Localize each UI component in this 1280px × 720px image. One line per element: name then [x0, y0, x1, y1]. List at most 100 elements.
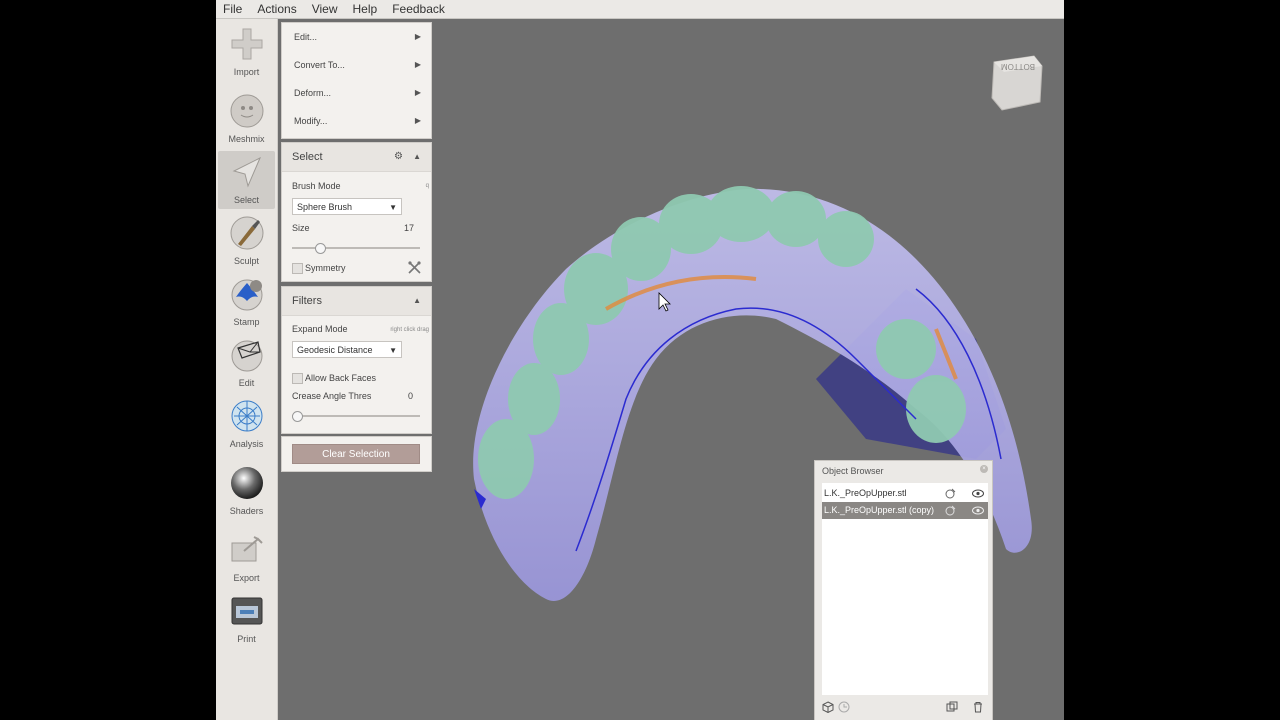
collapse-icon[interactable]: ▲ [413, 287, 421, 315]
analysis-icon [231, 400, 263, 432]
tool-label: Sculpt [233, 256, 259, 266]
crease-angle-slider[interactable] [292, 411, 420, 422]
wrench-icon[interactable] [408, 261, 421, 274]
cube-icon[interactable] [822, 701, 834, 713]
tool-sculpt[interactable]: Sculpt [218, 212, 275, 270]
object-row-selected[interactable]: L.K._PreOpUpper.stl (copy) [822, 502, 988, 519]
lock-link-icon[interactable] [944, 505, 956, 516]
symmetry-checkbox[interactable] [292, 263, 303, 274]
deform-submenu[interactable]: Deform... ▶ [282, 79, 431, 107]
tool-label: Analysis [229, 439, 264, 449]
expand-mode-label: Expand Mode [292, 324, 348, 334]
convert-to-submenu-label: Convert To... [294, 60, 345, 70]
dropdown-arrow-icon: ▼ [389, 203, 397, 212]
allow-back-faces-label: Allow Back Faces [305, 373, 377, 383]
tool-label: Print [237, 634, 256, 644]
select-panel: Select ⚙ ▲ Brush Mode q Sphere Brush ▼ S… [281, 142, 432, 282]
tool-analysis[interactable]: Analysis [218, 395, 275, 453]
convert-to-submenu[interactable]: Convert To... ▶ [282, 51, 431, 79]
crease-angle-slider-thumb[interactable] [292, 411, 303, 422]
lock-link-icon[interactable] [944, 488, 956, 499]
menu-bar: File Actions View Help Feedback [216, 0, 1064, 19]
tool-label: Meshmix [228, 134, 265, 144]
filters-panel-title: Filters [292, 295, 322, 307]
tool-import[interactable]: Import [218, 23, 275, 81]
clock-icon[interactable] [838, 701, 850, 713]
brush-mode-label: Brush Mode [292, 181, 341, 191]
duplicate-icon[interactable] [946, 701, 958, 713]
crease-angle-value: 0 [408, 391, 414, 401]
tool-label: Edit [238, 378, 255, 388]
menu-file[interactable]: File [216, 0, 250, 18]
size-label: Size [292, 223, 310, 233]
eye-icon[interactable] [972, 505, 984, 516]
tool-print[interactable]: Print [218, 590, 275, 648]
view-cube[interactable]: BOTTOM [986, 52, 1046, 114]
brush-mode-value: Sphere Brush [297, 202, 353, 212]
size-slider-thumb[interactable] [315, 243, 327, 254]
symmetry-label: Symmetry [305, 263, 346, 273]
close-icon[interactable]: × [980, 465, 988, 473]
brush-mode-dropdown[interactable]: Sphere Brush ▼ [292, 198, 402, 215]
stamp-icon [231, 279, 263, 311]
clear-selection-panel: Clear Selection [281, 436, 432, 472]
eye-icon[interactable] [972, 488, 984, 499]
menu-help[interactable]: Help [346, 0, 386, 18]
brush-icon [230, 216, 264, 250]
expand-mode-value: Geodesic Distance [297, 345, 373, 355]
expand-mode-dropdown[interactable]: Geodesic Distance ▼ [292, 341, 402, 358]
object-name: L.K._PreOpUpper.stl (copy) [824, 505, 935, 515]
printer-icon [231, 597, 263, 625]
crease-angle-label: Crease Angle Thres [292, 391, 372, 401]
menu-view[interactable]: View [305, 0, 346, 18]
filters-panel: Filters ▲ Expand Mode right click drag G… [281, 286, 432, 434]
tool-sidebar: Import Meshmix Select Sculpt Stamp Edit … [216, 19, 278, 720]
allow-back-faces-checkbox[interactable] [292, 373, 303, 384]
select-panel-header[interactable]: Select ⚙ ▲ [282, 143, 431, 172]
tool-label: Stamp [233, 317, 260, 327]
edit-submenu[interactable]: Edit... ▶ [282, 23, 431, 51]
object-browser-title: Object Browser [822, 466, 884, 476]
size-value: 17 [404, 223, 415, 233]
clear-selection-button[interactable]: Clear Selection [292, 444, 420, 464]
tool-select[interactable]: Select [218, 151, 275, 209]
expand-mode-hint: right click drag [390, 327, 429, 333]
view-cube-face-label: BOTTOM [1001, 62, 1035, 71]
edit-actions-panel: Edit... ▶ Convert To... ▶ Deform... ▶ Modif… [281, 22, 432, 139]
tool-stamp[interactable]: Stamp [218, 273, 275, 331]
edit-mesh-icon [231, 340, 263, 372]
shader-sphere-icon [231, 467, 263, 499]
meshmixer-window: BOTTOM File Actions View Help Feedback I… [216, 0, 1064, 720]
filters-panel-header[interactable]: Filters ▲ [282, 287, 431, 316]
export-icon [231, 536, 263, 562]
deform-submenu-label: Deform... [294, 88, 332, 98]
object-name: L.K._PreOpUpper.stl [824, 488, 907, 498]
select-arrow-icon [232, 156, 261, 188]
edit-submenu-label: Edit... [294, 32, 318, 42]
tool-edit[interactable]: Edit [218, 334, 275, 392]
collapse-icon[interactable]: ▲ [413, 143, 421, 171]
object-browser-panel: Object Browser × L.K._PreOpUpper.stl L.K… [814, 460, 993, 720]
triangle-right-icon: ▶ [414, 32, 421, 41]
tool-shaders[interactable]: Shaders [218, 462, 275, 520]
tool-label: Export [233, 573, 260, 583]
trash-icon[interactable] [972, 701, 984, 713]
triangle-right-icon: ▶ [414, 60, 421, 69]
gear-icon[interactable]: ⚙ [394, 143, 403, 171]
modify-submenu[interactable]: Modify... ▶ [282, 107, 431, 135]
tool-meshmix[interactable]: Meshmix [218, 90, 275, 148]
object-row[interactable]: L.K._PreOpUpper.stl [822, 485, 988, 502]
tool-label: Select [233, 195, 259, 205]
object-list: L.K._PreOpUpper.stl L.K._PreOpUpper.stl … [822, 483, 988, 695]
triangle-right-icon: ▶ [414, 116, 421, 125]
menu-actions[interactable]: Actions [250, 0, 304, 18]
brush-mode-hotkey: q [425, 183, 429, 189]
menu-feedback[interactable]: Feedback [385, 0, 453, 18]
dropdown-arrow-icon: ▼ [389, 346, 397, 355]
tool-export[interactable]: Export [218, 529, 275, 587]
tool-label: Import [233, 67, 260, 77]
size-slider[interactable] [292, 243, 420, 254]
plus-icon [231, 28, 263, 60]
tool-label: Shaders [229, 506, 264, 516]
triangle-right-icon: ▶ [414, 88, 421, 97]
